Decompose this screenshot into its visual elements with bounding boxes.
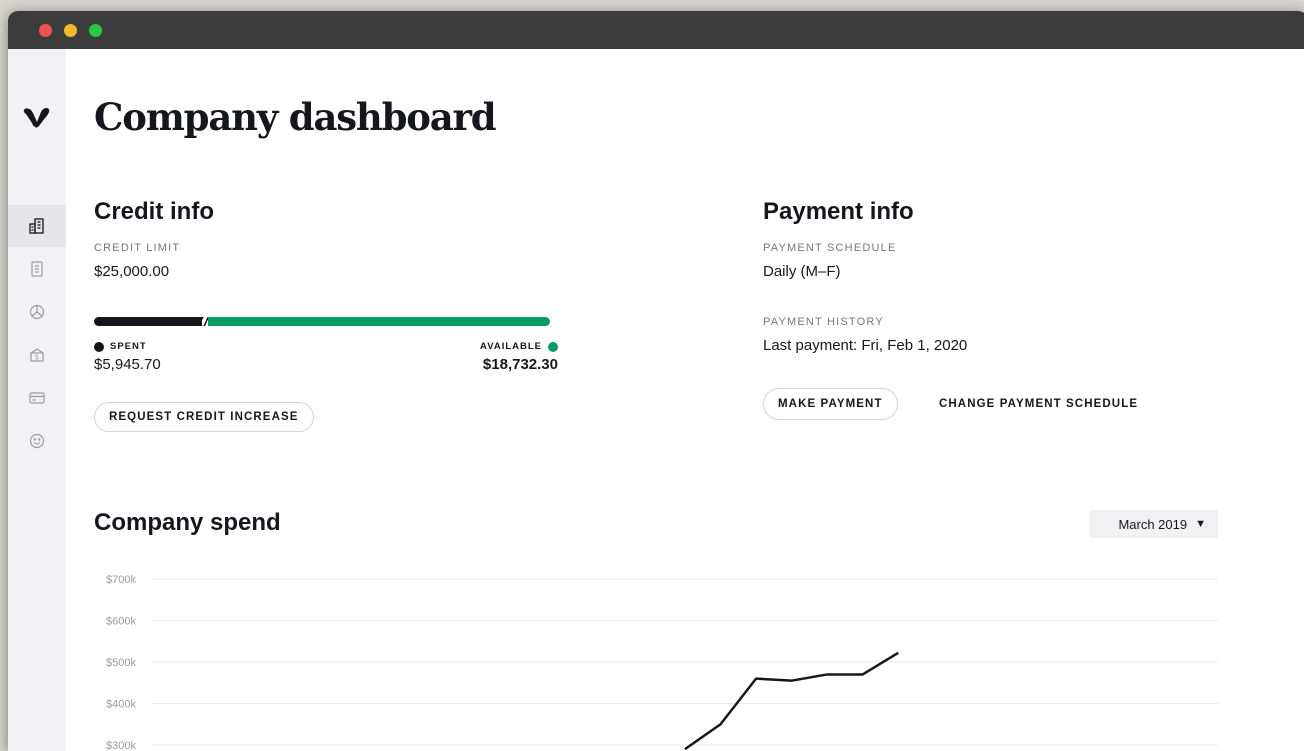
y-tick-label: $600k (106, 616, 136, 628)
y-tick-label: $300k (106, 740, 136, 751)
payment-history-value: Last payment: Fri, Feb 1, 2020 (763, 337, 968, 354)
smiley-icon (29, 433, 45, 449)
payment-schedule-value: Daily (M–F) (763, 263, 841, 280)
payment-history-label: PAYMENT HISTORY (763, 316, 884, 328)
spent-value: $5,945.70 (94, 356, 161, 373)
company-spend-chart: $300k $400k $500k $600k $700k (106, 574, 1218, 751)
available-dot-icon (548, 341, 558, 352)
card-icon (29, 392, 45, 404)
payment-schedule-label: PAYMENT SCHEDULE (763, 242, 897, 254)
credit-limit-value: $25,000.00 (94, 263, 170, 280)
spent-segment (94, 317, 203, 326)
spent-label: SPENT (110, 341, 147, 352)
company-spend-title: Company spend (94, 509, 281, 536)
month-select[interactable]: March 2019 ▼ (1090, 510, 1218, 538)
spend-series-line (684, 651, 899, 751)
invoice-icon: $ (30, 348, 44, 362)
available-label: AVAILABLE (480, 341, 542, 352)
window-titlebar (8, 11, 1304, 49)
buildings-icon (29, 218, 44, 234)
credit-usage-bar (94, 317, 550, 326)
make-payment-button[interactable]: MAKE PAYMENT (763, 388, 898, 420)
spent-dot-icon (94, 341, 104, 352)
change-payment-schedule-button[interactable]: CHANGE PAYMENT SCHEDULE (939, 398, 1138, 410)
close-window-button[interactable] (39, 24, 52, 37)
spent-legend: SPENT (94, 341, 147, 352)
available-legend: AVAILABLE (480, 341, 558, 352)
page-title: Company dashboard (94, 95, 497, 139)
sidebar-item-company[interactable] (8, 205, 66, 247)
svg-text:$: $ (35, 354, 39, 362)
app-window: $ Company dashboard Credit info CREDIT L… (8, 11, 1304, 751)
available-value: $18,732.30 (482, 356, 558, 373)
month-select-value: March 2019 (1118, 516, 1188, 532)
available-segment (208, 317, 550, 326)
credit-info-title: Credit info (94, 198, 214, 225)
pie-chart-icon (29, 304, 45, 320)
sidebar-item-cards[interactable] (8, 377, 66, 419)
receipt-icon (31, 261, 43, 277)
credit-limit-label: CREDIT LIMIT (94, 242, 181, 254)
chevron-down-icon: ▼ (1195, 518, 1206, 530)
main-content: Company dashboard Credit info CREDIT LIM… (66, 49, 1304, 751)
y-tick-label: $500k (106, 657, 136, 669)
minimize-window-button[interactable] (64, 24, 77, 37)
sidebar: $ (8, 49, 66, 751)
y-tick-label: $400k (106, 699, 136, 711)
maximize-window-button[interactable] (89, 24, 102, 37)
sidebar-item-insights[interactable] (8, 291, 66, 333)
sidebar-item-bills[interactable]: $ (8, 334, 66, 376)
sidebar-item-profile[interactable] (8, 420, 66, 462)
request-credit-increase-button[interactable]: REQUEST CREDIT INCREASE (94, 402, 314, 432)
y-tick-label: $700k (106, 574, 136, 586)
brand-logo-icon[interactable] (23, 107, 51, 129)
payment-info-title: Payment info (763, 198, 914, 225)
sidebar-item-statements[interactable] (8, 248, 66, 290)
